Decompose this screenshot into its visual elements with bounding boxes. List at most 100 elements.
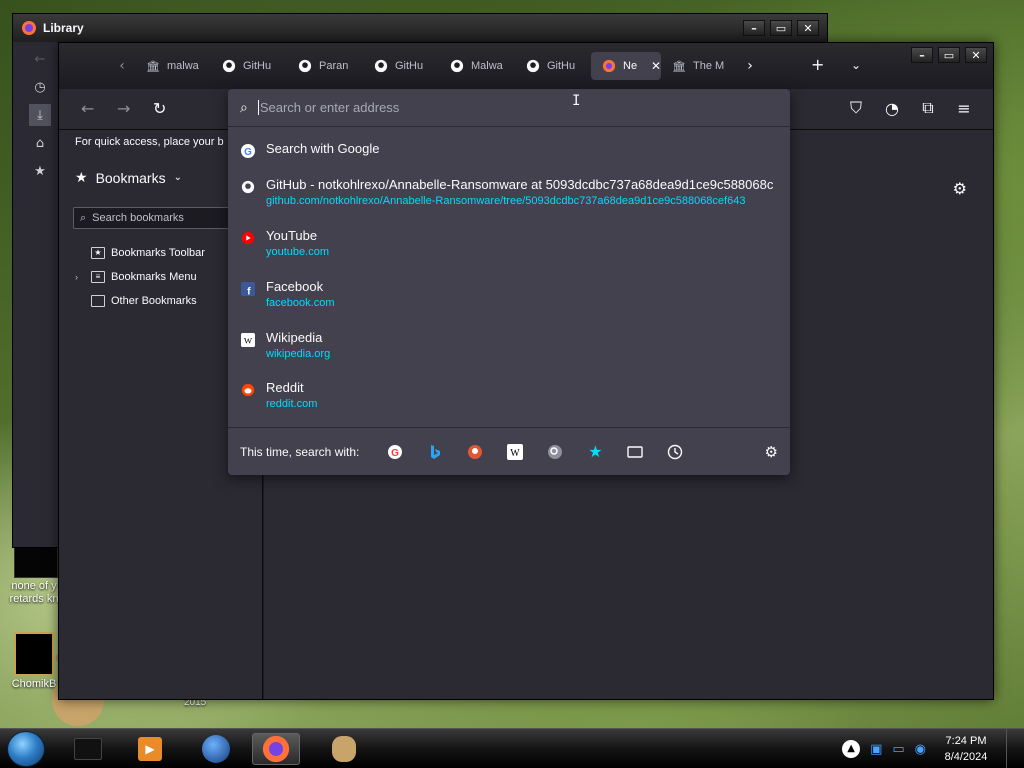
taskbar-globe-icon[interactable] bbox=[192, 733, 240, 765]
bookmarks-search-input[interactable]: ⌕ Search bookmarks bbox=[73, 207, 253, 229]
museum-icon: 🏛 bbox=[146, 60, 160, 73]
tab-label: Ne bbox=[623, 60, 638, 72]
tree-item-other-bookmarks[interactable]: Other Bookmarks bbox=[75, 289, 205, 313]
tabs-icon[interactable] bbox=[615, 440, 655, 464]
bing-icon[interactable] bbox=[415, 440, 455, 464]
star-icon: ★ bbox=[75, 169, 88, 185]
sidebar-title: Bookmarks bbox=[95, 169, 166, 186]
tab-0[interactable]: 🏛 malwa bbox=[135, 52, 211, 80]
suggestion-wikipedia[interactable]: W Wikipedia wikipedia.org bbox=[228, 330, 790, 360]
show-desktop-button[interactable] bbox=[1006, 729, 1020, 768]
tab-label: Paran bbox=[319, 60, 349, 72]
suggestion-title: GitHub - notkohlrexo/Annabelle-Ransomwar… bbox=[266, 177, 774, 192]
bookmarks-star-icon[interactable]: ★ bbox=[575, 440, 615, 464]
menu-folder-icon: ≡ bbox=[91, 271, 105, 283]
svg-text:W: W bbox=[511, 448, 521, 459]
duckduckgo-icon[interactable] bbox=[455, 440, 495, 464]
taskbar-media-player-icon[interactable]: ▶ bbox=[126, 733, 174, 765]
minimize-button[interactable]: – bbox=[911, 47, 933, 63]
tab-5[interactable]: GitHu bbox=[515, 52, 591, 80]
suggestion-title: Search with Google bbox=[266, 141, 380, 156]
star-folder-icon: ★ bbox=[91, 247, 105, 259]
history-icon[interactable]: ◷ bbox=[29, 76, 51, 98]
close-tab-icon[interactable]: ✕ bbox=[651, 59, 661, 73]
svg-text:G: G bbox=[391, 448, 399, 459]
monitor-icon[interactable]: ▭ bbox=[892, 742, 904, 757]
scroll-tabs-left-icon[interactable]: ‹ bbox=[109, 58, 135, 74]
list-all-tabs-chevron-icon[interactable]: ⌄ bbox=[851, 58, 861, 72]
sidebar-switcher[interactable]: ★ Bookmarks ⌄ bbox=[75, 169, 182, 186]
tab-2[interactable]: Paran bbox=[287, 52, 363, 80]
all-bookmarks-star-icon[interactable]: ★ bbox=[29, 160, 51, 182]
suggestion-youtube[interactable]: YouTube youtube.com bbox=[228, 228, 790, 258]
search-engine-icon[interactable] bbox=[535, 440, 575, 464]
close-button[interactable]: ✕ bbox=[965, 47, 987, 63]
downloads-progress-icon[interactable]: ◔ bbox=[881, 97, 903, 119]
network-drive-icon[interactable]: ▣ bbox=[870, 742, 882, 757]
svg-text:f: f bbox=[247, 285, 251, 296]
suggestion-github[interactable]: GitHub - notkohlrexo/Annabelle-Ransomwar… bbox=[228, 177, 790, 207]
library-maximize-button[interactable]: ▭ bbox=[770, 20, 792, 36]
tree-item-label: Bookmarks Menu bbox=[111, 271, 197, 283]
scroll-tabs-right-icon[interactable]: › bbox=[737, 58, 763, 74]
system-tray: ▲ ▣ ▭ ◉ 7:24 PM 8/4/2024 bbox=[842, 729, 1020, 768]
extensions-puzzle-icon[interactable]: ⧉ bbox=[917, 97, 939, 119]
svg-text:G: G bbox=[244, 147, 252, 158]
new-tab-plus-icon[interactable]: + bbox=[811, 55, 824, 74]
google-icon: G bbox=[240, 143, 256, 159]
search-settings-gear-icon[interactable]: ⚙ bbox=[765, 443, 778, 461]
desktop-icon-none[interactable]: none of y retards kn bbox=[2, 546, 66, 606]
tab-7[interactable]: 🏛 The M bbox=[661, 52, 737, 80]
customize-gear-icon[interactable]: ⚙ bbox=[953, 179, 967, 198]
forward-arrow-icon[interactable]: → bbox=[117, 99, 130, 118]
library-titlebar[interactable]: Library bbox=[13, 14, 827, 42]
search-icon: ⌕ bbox=[240, 99, 248, 116]
github-icon bbox=[240, 179, 256, 195]
taskbar-firefox-icon[interactable] bbox=[252, 733, 300, 765]
suggestion-search-google[interactable]: G Search with Google bbox=[228, 141, 790, 159]
taskbar: ▶ ▲ ▣ ▭ ◉ 7:24 PM 8/4/2024 bbox=[0, 728, 1024, 768]
suggestion-url: reddit.com bbox=[266, 398, 318, 410]
tab-label: GitHu bbox=[395, 60, 424, 72]
history-icon[interactable] bbox=[655, 440, 695, 464]
library-title: Library bbox=[43, 21, 84, 35]
clock[interactable]: 7:24 PM 8/4/2024 bbox=[936, 733, 996, 765]
expand-chevron-icon[interactable]: › bbox=[75, 272, 85, 282]
library-close-button[interactable]: ✕ bbox=[797, 20, 819, 36]
tab-strip: ‹ 🏛 malwa GitHu Paran GitHu Malwa GitHu … bbox=[59, 43, 993, 89]
taskbar-hamster-icon[interactable] bbox=[320, 733, 368, 765]
firefox-icon bbox=[22, 21, 36, 35]
museum-icon: 🏛 bbox=[672, 60, 686, 73]
tags-icon[interactable]: ⌂ bbox=[29, 132, 51, 154]
suggestion-facebook[interactable]: f Facebook facebook.com bbox=[228, 279, 790, 309]
wikipedia-icon[interactable]: W bbox=[495, 440, 535, 464]
tab-1[interactable]: GitHu bbox=[211, 52, 287, 80]
tab-label: GitHu bbox=[547, 60, 576, 72]
address-input[interactable]: ⌕ Search or enter address bbox=[228, 89, 790, 127]
tree-item-bookmarks-toolbar[interactable]: ★ Bookmarks Toolbar bbox=[75, 241, 205, 265]
tree-item-bookmarks-menu[interactable]: › ≡ Bookmarks Menu bbox=[75, 265, 205, 289]
tab-6-active[interactable]: Ne ✕ bbox=[591, 52, 661, 80]
pocket-icon[interactable]: ⛉ bbox=[845, 97, 867, 119]
start-button[interactable] bbox=[7, 731, 45, 767]
suggestion-reddit[interactable]: Reddit reddit.com bbox=[228, 380, 790, 410]
clock-date: 8/4/2024 bbox=[944, 751, 988, 763]
back-arrow-icon[interactable]: ← bbox=[29, 48, 51, 70]
downloads-icon[interactable]: ⤓ bbox=[29, 104, 51, 126]
black-file-icon bbox=[14, 546, 58, 578]
taskbar-app-black-icon[interactable] bbox=[64, 733, 112, 765]
google-icon[interactable]: G bbox=[375, 440, 415, 464]
github-icon bbox=[297, 58, 313, 74]
volume-icon[interactable]: ◉ bbox=[915, 742, 926, 757]
tab-label: malwa bbox=[167, 60, 199, 72]
tab-4[interactable]: Malwa bbox=[439, 52, 515, 80]
tab-3[interactable]: GitHu bbox=[363, 52, 439, 80]
hamburger-menu-icon[interactable]: ≡ bbox=[953, 97, 975, 119]
library-minimize-button[interactable]: – bbox=[743, 20, 765, 36]
reload-icon[interactable]: ↻ bbox=[153, 99, 166, 118]
show-hidden-icons-icon[interactable]: ▲ bbox=[842, 740, 861, 758]
suggestion-title: Facebook bbox=[266, 279, 324, 294]
maximize-button[interactable]: ▭ bbox=[938, 47, 960, 63]
wikipedia-icon: W bbox=[240, 332, 256, 348]
back-arrow-icon[interactable]: ← bbox=[81, 99, 94, 118]
